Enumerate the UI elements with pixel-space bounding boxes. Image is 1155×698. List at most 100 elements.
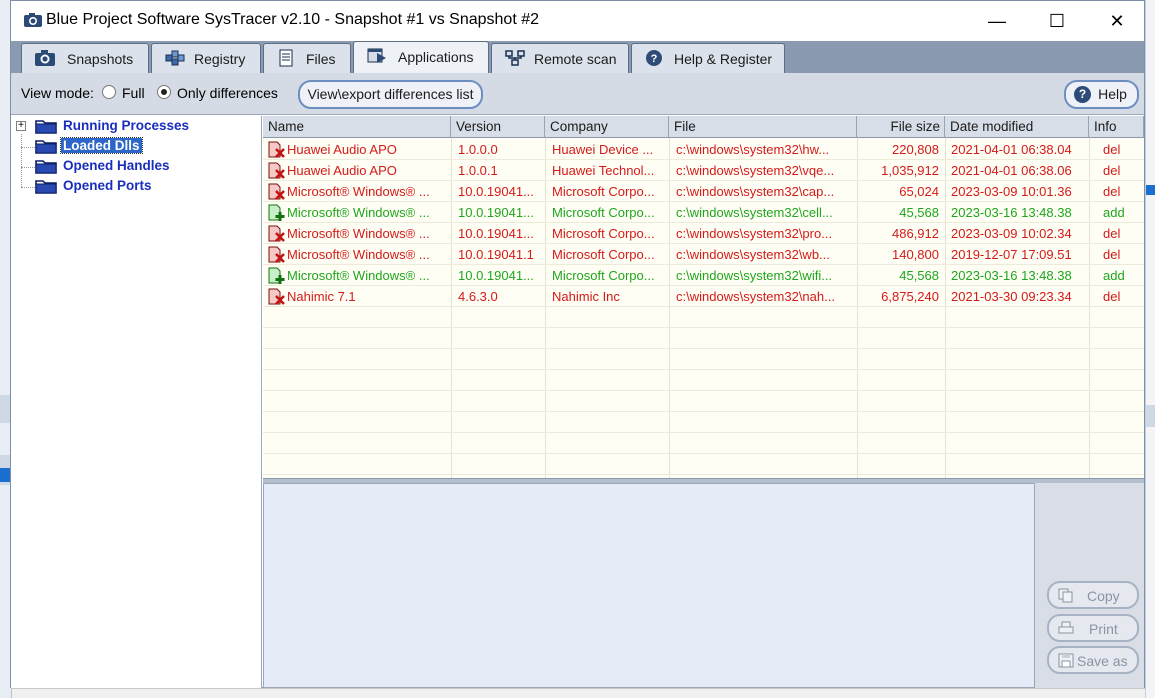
close-button[interactable]: ✕ [1087,1,1147,41]
empty-row [263,412,1144,433]
cell-size: 45,568 [899,205,939,220]
column-header-info[interactable]: Info [1089,116,1144,138]
cell-date: 2021-04-01 06:38.04 [951,142,1072,157]
cell-info: del [1103,184,1121,199]
full-radio-label[interactable]: Full [122,85,145,101]
tree-item-opened-ports[interactable]: Opened Ports [11,176,261,196]
expand-icon[interactable]: + [16,121,26,131]
cell-company: Microsoft Corpo... [552,205,655,220]
tab-remote-scan[interactable]: Remote scan [491,43,629,73]
column-header-file-size[interactable]: File size [857,116,945,138]
deleted-file-icon [268,225,285,242]
tab-label: Registry [194,51,246,67]
column-header-company[interactable]: Company [545,116,669,138]
tab-strip: Snapshots Registry Files Applications Re… [11,41,1144,74]
background-desktop-bottom [12,688,1145,698]
cell-date: 2021-04-01 06:38.06 [951,163,1072,178]
cell-size: 65,024 [899,184,939,199]
only-differences-label[interactable]: Only differences [177,85,278,101]
tab-label: Remote scan [534,51,617,67]
table-row[interactable]: Microsoft® Windows® ... 10.0.19041... Micr… [263,265,1144,286]
cell-date: 2021-03-30 09:23.34 [951,289,1072,304]
help-button-label: Help [1098,86,1127,102]
cell-date: 2023-03-16 13:48.38 [951,268,1072,283]
cell-name: Nahimic 7.1 [287,289,356,304]
actions-panel: Copy Print Save as [1035,483,1144,688]
table-row[interactable]: Microsoft® Windows® ... 10.0.19041... Micr… [263,223,1144,244]
table-row[interactable]: Huawei Audio APO 1.0.0.0 Huawei Device ...… [263,139,1144,160]
cell-name: Microsoft® Windows® ... [287,184,430,199]
cell-size: 1,035,912 [881,163,939,178]
only-differences-radio[interactable] [157,85,171,99]
cell-info: del [1103,142,1121,157]
empty-row [263,433,1144,454]
cell-company: Nahimic Inc [552,289,620,304]
registry-icon [165,50,185,66]
title-bar[interactable]: Blue Project Software SysTracer v2.10 - … [11,1,1144,41]
table-row[interactable]: Microsoft® Windows® ... 10.0.19041... Micr… [263,202,1144,223]
svg-text:?: ? [651,53,658,65]
tree-item-running-processes[interactable]: + Running Processes [11,116,261,136]
tab-files[interactable]: Files [263,43,351,73]
help-button[interactable]: ? Help [1064,80,1139,109]
tree-item-loaded-dlls[interactable]: Loaded Dlls [11,136,261,156]
tree-item-opened-handles[interactable]: Opened Handles [11,156,261,176]
tab-applications[interactable]: Applications [353,41,489,74]
view-mode-label: View mode: [21,85,94,101]
cell-company: Microsoft Corpo... [552,226,655,241]
full-radio[interactable] [102,85,116,99]
cell-info: del [1103,247,1121,262]
cell-version: 1.0.0.1 [458,163,498,178]
copy-icon [1058,588,1073,603]
tab-help-register[interactable]: ? Help & Register [631,43,785,73]
cell-info: add [1103,205,1125,220]
export-differences-button[interactable]: View\export differences list [298,80,483,109]
cell-date: 2023-03-09 10:02.34 [951,226,1072,241]
empty-row [263,454,1144,475]
cell-company: Huawei Device ... [552,142,654,157]
copy-button[interactable]: Copy [1047,581,1139,609]
save-as-button-label: Save as [1077,653,1128,669]
table-row[interactable]: Microsoft® Windows® ... 10.0.19041.1 Micro… [263,244,1144,265]
added-file-icon [268,204,285,221]
cell-name: Microsoft® Windows® ... [287,226,430,241]
cell-file: c:\windows\system32\vqe... [676,163,835,178]
cell-size: 6,875,240 [881,289,939,304]
table-row[interactable]: Huawei Audio APO 1.0.0.1 Huawei Technol...… [263,160,1144,181]
column-header-version[interactable]: Version [451,116,545,138]
tab-snapshots[interactable]: Snapshots [21,43,149,73]
column-header-name[interactable]: Name [263,116,451,138]
cell-file: c:\windows\system32\wifi... [676,268,833,283]
deleted-file-icon [268,288,285,305]
deleted-file-icon [268,246,285,263]
column-header-file[interactable]: File [669,116,857,138]
cell-file: c:\windows\system32\wb... [676,247,830,262]
copy-button-label: Copy [1087,588,1120,604]
empty-row [263,328,1144,349]
help-icon: ? [646,50,662,66]
minimize-button[interactable]: — [967,1,1027,41]
column-header-date-modified[interactable]: Date modified [945,116,1089,138]
printer-icon [1058,621,1074,634]
cell-file: c:\windows\system32\pro... [676,226,833,241]
cell-name: Microsoft® Windows® ... [287,247,430,262]
folder-icon [35,140,57,154]
maximize-button[interactable]: ☐ [1027,1,1087,41]
cell-info: del [1103,226,1121,241]
deleted-file-icon [268,183,285,200]
tab-registry[interactable]: Registry [151,43,261,73]
print-button[interactable]: Print [1047,614,1139,642]
cell-company: Microsoft Corpo... [552,184,655,199]
deleted-file-icon [268,162,285,179]
table-row[interactable]: Nahimic 7.1 4.6.3.0 Nahimic Inc c:\windows\… [263,286,1144,307]
table-row[interactable]: Microsoft® Windows® ... 10.0.19041... Micr… [263,181,1144,202]
cell-name: Microsoft® Windows® ... [287,268,430,283]
systracer-window: Blue Project Software SysTracer v2.10 - … [10,0,1145,688]
cell-size: 140,800 [892,247,939,262]
cell-version: 4.6.3.0 [458,289,498,304]
help-icon: ? [1074,86,1091,103]
cell-info: del [1103,289,1121,304]
camera-icon [24,13,42,27]
save-as-button[interactable]: Save as [1047,646,1139,674]
network-icon [505,50,525,66]
